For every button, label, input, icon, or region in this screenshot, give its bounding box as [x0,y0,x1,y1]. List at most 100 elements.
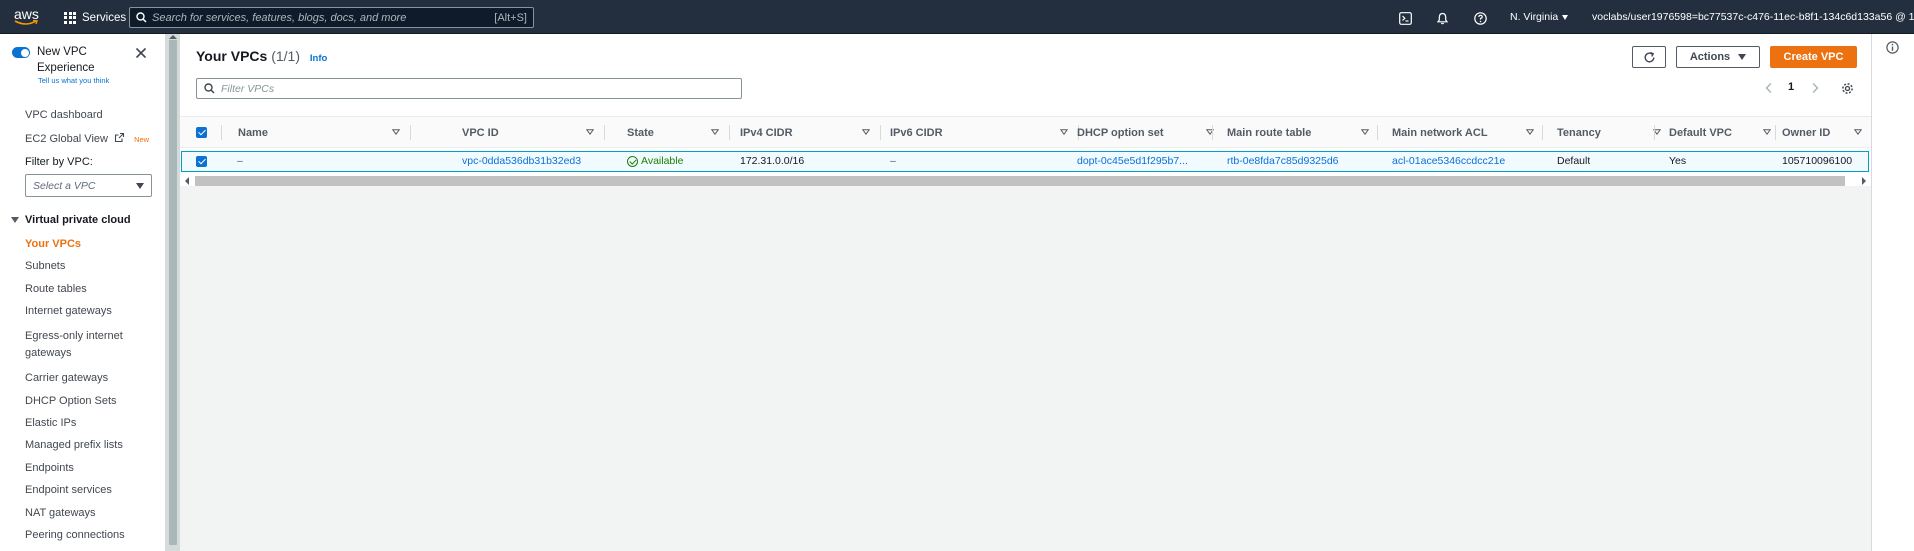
scrollbar-thumb[interactable] [169,40,177,545]
sidebar-item-carrier-gateways[interactable]: Carrier gateways [25,372,108,384]
checkbox-checked-icon [196,127,207,138]
new-experience-toggle[interactable] [12,47,30,58]
account-label: voclabs/user1976598=bc77537c-c476-11ec-b… [1592,11,1914,23]
sidebar-item-peering-connections[interactable]: Peering connections [25,529,125,541]
scrollbar-thumb[interactable] [195,176,1845,186]
sidebar-scrollbar[interactable] [166,34,180,551]
bell-icon[interactable] [1434,10,1450,26]
section-virtual-private-cloud[interactable]: Virtual private cloud [11,214,131,226]
sidebar-item-managed-prefix-lists[interactable]: Managed prefix lists [25,439,123,451]
column-header-tenancy[interactable]: Tenancy [1557,117,1669,148]
page-title: Your VPCs (1/1) Info [196,48,327,64]
column-divider [410,125,411,140]
column-label: VPC ID [462,126,499,139]
info-link[interactable]: Info [310,53,327,64]
column-header-main-route-table[interactable]: Main route table [1227,117,1377,148]
column-header-default-vpc[interactable]: Default VPC [1669,117,1779,148]
sidebar-item-your-vpcs[interactable]: Your VPCs [25,238,81,250]
column-label: Owner ID [1782,126,1831,139]
help-icon[interactable] [1472,10,1488,26]
cell-ipv4-cidr: 172.31.0.0/16 [740,155,805,167]
column-label: Tenancy [1557,126,1601,139]
global-search[interactable]: [Alt+S] [129,7,534,28]
row-checkbox[interactable] [196,152,207,170]
sidebar-item-nat-gateways[interactable]: NAT gateways [25,507,96,519]
section-label: Virtual private cloud [25,214,131,226]
chevron-right-icon[interactable] [1810,82,1820,94]
table-horizontal-scrollbar[interactable] [180,173,1871,186]
refresh-icon [1644,51,1654,62]
column-header-name[interactable]: Name [238,117,408,148]
sidebar-item-endpoints[interactable]: Endpoints [25,462,74,474]
column-divider [604,125,605,140]
sidebar-item-route-tables[interactable]: Route tables [25,283,87,295]
column-header-ipv6-cidr[interactable]: IPv6 CIDR [890,117,1076,148]
column-header-owner-id[interactable]: Owner ID [1782,117,1870,148]
sidebar-item-label: EC2 Global View [25,133,108,145]
account-menu[interactable]: voclabs/user1976598=bc77537c-c476-11ec-b… [1592,11,1914,23]
sidebar-item-vpc-dashboard[interactable]: VPC dashboard [25,109,103,121]
scroll-right-icon[interactable] [1862,177,1866,185]
sort-icon [1763,129,1771,135]
column-divider [1775,125,1776,140]
help-panel-rail [1871,34,1914,551]
vpc-filter-select[interactable]: Select a VPC [25,174,152,197]
column-header-vpc-id[interactable]: VPC ID [462,117,602,148]
refresh-button[interactable] [1632,46,1666,68]
search-shortcut: [Alt+S] [494,11,527,24]
filter-vpcs[interactable] [196,78,742,99]
sidebar-item-elastic-ips[interactable]: Elastic IPs [25,417,76,429]
table-row[interactable]: – vpc-0dda536db31b32ed3 Available 172.31… [181,151,1869,172]
column-label: DHCP option set [1077,126,1164,139]
column-divider [1542,125,1543,140]
scroll-left-icon[interactable] [185,177,189,185]
sidebar-item-ec2-global-view[interactable]: EC2 Global View New [25,132,149,145]
cell-name: – [237,155,243,167]
page-title-text: Your VPCs [196,48,268,64]
external-link-icon [114,132,125,143]
caret-down-icon [136,182,144,189]
select-all-checkbox[interactable] [196,117,216,148]
column-divider [729,125,730,140]
chevron-left-icon[interactable] [1764,82,1774,94]
page-number[interactable]: 1 [1788,81,1794,93]
actions-label: Actions [1689,51,1731,63]
toggle-label: New VPC Experience [37,46,95,74]
cell-main-route-table[interactable]: rtb-0e8fda7c85d9325d6 [1227,152,1339,170]
feedback-link[interactable]: Tell us what you think [38,76,109,85]
caret-down-icon [11,217,19,223]
sort-icon [1060,129,1068,135]
services-menu[interactable]: Services [64,9,126,26]
cloudshell-icon[interactable] [1397,10,1413,26]
sidebar-item-egress-only-internet-gateways[interactable]: Egress-only internet gateways [25,328,137,361]
scroll-up-icon[interactable] [169,35,177,39]
column-header-ipv4-cidr[interactable]: IPv4 CIDR [740,117,878,148]
info-icon[interactable] [1886,41,1899,54]
actions-button[interactable]: Actions [1676,46,1760,68]
cell-vpc-id[interactable]: vpc-0dda536db31b32ed3 [462,152,581,170]
filter-vpcs-input[interactable] [221,82,741,95]
search-icon [130,8,152,27]
create-vpc-button[interactable]: Create VPC [1770,46,1857,68]
sidebar-item-endpoint-services[interactable]: Endpoint services [25,484,112,496]
services-label: Services [82,11,127,24]
sidebar-item-internet-gateways[interactable]: Internet gateways [25,305,112,317]
cell-owner-id: 105710096100 [1782,155,1853,167]
sidebar-item-subnets[interactable]: Subnets [25,260,65,272]
column-header-main-network-acl[interactable]: Main network ACL [1392,117,1542,148]
aws-logo[interactable]: aws [14,7,40,27]
column-header-state[interactable]: State [627,117,727,148]
region-selector[interactable]: N. Virginia [1510,11,1569,23]
search-input[interactable] [152,11,495,24]
settings-gear-icon[interactable] [1841,82,1854,95]
column-label: IPv6 CIDR [890,126,943,139]
cell-state: Available [627,152,683,170]
new-badge: New [134,135,150,144]
cell-dhcp-option-set[interactable]: dopt-0c45e5d1f295b7... [1077,152,1205,170]
close-icon[interactable] [135,47,147,59]
sidebar-item-dhcp-option-sets[interactable]: DHCP Option Sets [25,395,117,407]
column-label: IPv4 CIDR [740,126,793,139]
cell-main-network-acl[interactable]: acl-01ace5346ccdcc21e [1392,152,1505,170]
selection-count: (1/1) [271,48,300,64]
column-header-dhcp-option-set[interactable]: DHCP option set [1077,117,1222,148]
